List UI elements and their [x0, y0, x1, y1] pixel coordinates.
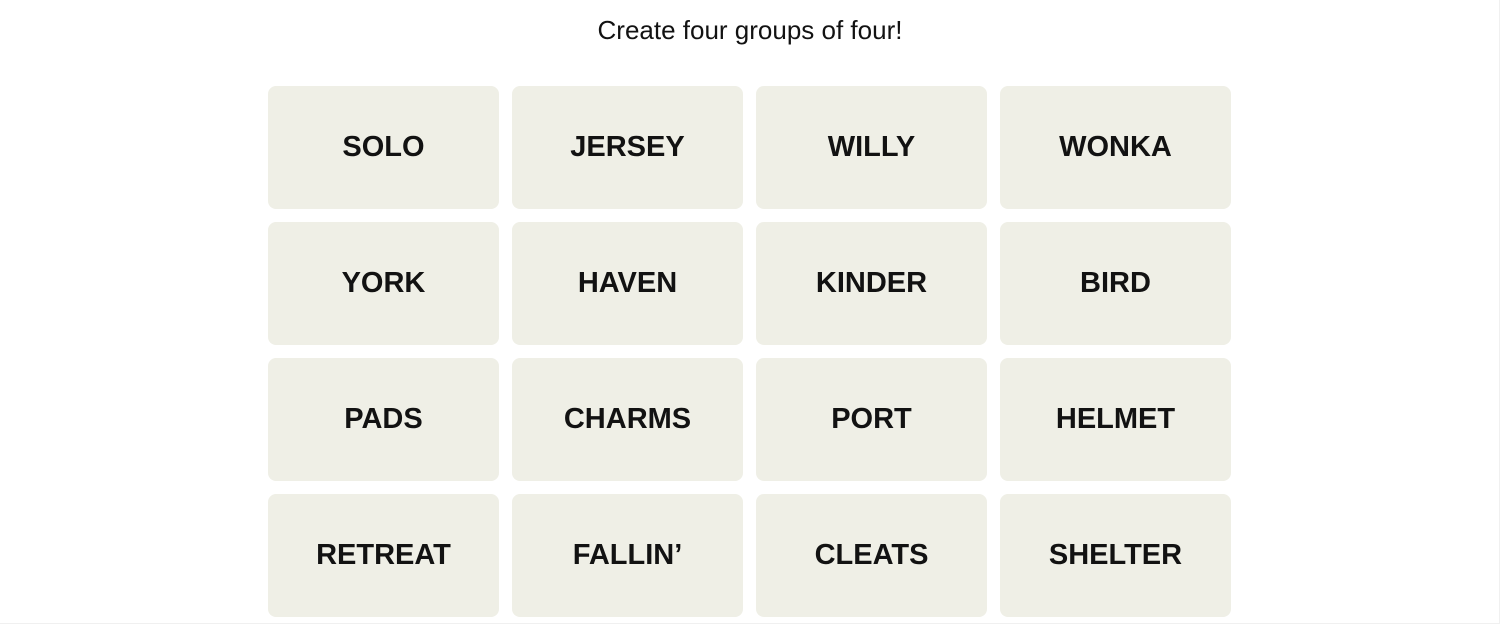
- word-tile[interactable]: CLEATS: [756, 494, 987, 617]
- word-tile[interactable]: PORT: [756, 358, 987, 481]
- word-grid: SOLO JERSEY WILLY WONKA YORK HAVEN KINDE…: [268, 86, 1231, 617]
- word-tile[interactable]: PADS: [268, 358, 499, 481]
- word-tile[interactable]: FALLIN’: [512, 494, 743, 617]
- word-tile[interactable]: HAVEN: [512, 222, 743, 345]
- word-tile[interactable]: HELMET: [1000, 358, 1231, 481]
- word-tile[interactable]: JERSEY: [512, 86, 743, 209]
- word-tile[interactable]: KINDER: [756, 222, 987, 345]
- word-tile[interactable]: SOLO: [268, 86, 499, 209]
- word-tile[interactable]: BIRD: [1000, 222, 1231, 345]
- word-tile[interactable]: SHELTER: [1000, 494, 1231, 617]
- word-tile[interactable]: WILLY: [756, 86, 987, 209]
- game-instructions: Create four groups of four!: [597, 15, 903, 45]
- word-tile[interactable]: RETREAT: [268, 494, 499, 617]
- word-tile[interactable]: YORK: [268, 222, 499, 345]
- word-tile[interactable]: CHARMS: [512, 358, 743, 481]
- word-tile[interactable]: WONKA: [1000, 86, 1231, 209]
